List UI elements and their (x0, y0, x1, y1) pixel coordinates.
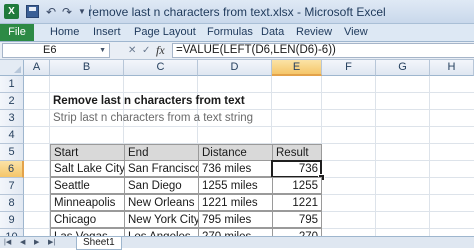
tab-home[interactable]: Home (50, 24, 79, 41)
column-header-c[interactable]: C (124, 60, 198, 76)
name-box-value: E6 (43, 44, 57, 56)
window-title: remove last n characters from text.xlsx … (88, 5, 386, 19)
worksheet-grid[interactable]: A B C D E F G H 1 2 3 4 5 6 7 8 9 10 Rem… (0, 60, 474, 236)
ribbon-tab-bar: File Home Insert Page Layout Formulas Da… (0, 24, 474, 42)
table-cell-result[interactable]: 1255 (272, 177, 322, 194)
tab-page-layout[interactable]: Page Layout (134, 24, 196, 41)
name-box[interactable]: E6 ▼ (2, 43, 110, 58)
table-cell-distance[interactable]: 795 miles (198, 211, 273, 228)
column-header-e[interactable]: E (272, 60, 322, 76)
table-cell-start[interactable]: Las Vegas (50, 228, 125, 236)
table-cell-end[interactable]: Los Angeles (124, 228, 199, 236)
tab-data[interactable]: Data (261, 24, 284, 41)
table-header-result[interactable]: Result (272, 144, 322, 161)
table-cell-result[interactable]: 1221 (272, 194, 322, 211)
first-sheet-icon[interactable]: |◀ (4, 237, 11, 248)
select-all-button[interactable] (0, 60, 24, 76)
row-header-4[interactable]: 4 (0, 127, 24, 144)
last-sheet-icon[interactable]: ▶| (48, 237, 55, 248)
cell-area[interactable]: Remove last n characters from text Strip… (24, 76, 474, 236)
table-cell-end[interactable]: New Orleans (124, 194, 199, 211)
tab-review[interactable]: Review (296, 24, 332, 41)
column-header-h[interactable]: H (430, 60, 474, 76)
column-header-d[interactable]: D (198, 60, 272, 76)
table-cell-end[interactable]: San Francisco (124, 160, 199, 177)
table-header-end[interactable]: End (124, 144, 199, 161)
active-cell-result[interactable]: 736 (271, 160, 322, 178)
table-header-start[interactable]: Start (50, 144, 125, 161)
sheet-tab-sheet1[interactable]: Sheet1 (76, 237, 122, 250)
row-header-5[interactable]: 5 (0, 144, 24, 161)
previous-sheet-icon[interactable]: ◀ (20, 237, 25, 248)
tab-insert[interactable]: Insert (93, 24, 121, 41)
row-header-8[interactable]: 8 (0, 195, 24, 212)
row-header-2[interactable]: 2 (0, 93, 24, 110)
table-cell-result[interactable]: 270 (272, 228, 322, 236)
gridline (375, 76, 376, 236)
gridline (429, 76, 430, 236)
tab-file[interactable]: File (0, 24, 34, 41)
table-cell-distance[interactable]: 270 miles (198, 228, 273, 236)
column-header-a[interactable]: A (24, 60, 50, 76)
cancel-icon[interactable]: ✕ (128, 43, 136, 58)
insert-function-icon[interactable]: fx (156, 43, 165, 58)
enter-icon[interactable]: ✓ (142, 43, 150, 58)
column-header-b[interactable]: B (50, 60, 124, 76)
sheet-tab-bar: |◀ ◀ ▶ ▶| Sheet1 (0, 236, 474, 250)
row-header-7[interactable]: 7 (0, 178, 24, 195)
column-header-g[interactable]: G (376, 60, 430, 76)
row-header-1[interactable]: 1 (0, 76, 24, 93)
tab-formulas[interactable]: Formulas (207, 24, 253, 41)
table-cell-start[interactable]: Chicago (50, 211, 125, 228)
table-cell-end[interactable]: New York City (124, 211, 199, 228)
sheet-heading[interactable]: Remove last n characters from text (50, 93, 245, 110)
column-header-f[interactable]: F (322, 60, 376, 76)
formula-bar: E6 ▼ ✕ ✓ fx =VALUE(LEFT(D6,LEN(D6)-6)) (0, 42, 474, 60)
tab-view[interactable]: View (344, 24, 368, 41)
table-cell-start[interactable]: Salt Lake City (50, 160, 125, 177)
table-cell-distance[interactable]: 1255 miles (198, 177, 273, 194)
sheet-subtitle[interactable]: Strip last n characters from a text stri… (50, 110, 253, 127)
table-cell-result[interactable]: 795 (272, 211, 322, 228)
table-cell-start[interactable]: Seattle (50, 177, 125, 194)
table-cell-distance[interactable]: 736 miles (198, 160, 273, 177)
row-header-9[interactable]: 9 (0, 212, 24, 229)
table-header-distance[interactable]: Distance (198, 144, 273, 161)
table-cell-start[interactable]: Minneapolis (50, 194, 125, 211)
table-cell-end[interactable]: San Diego (124, 177, 199, 194)
row-header-6[interactable]: 6 (0, 161, 24, 178)
chevron-down-icon[interactable]: ▼ (99, 44, 106, 57)
row-header-10[interactable]: 10 (0, 229, 24, 236)
title-bar: X ↶ ↷ ▼ remove last n characters from te… (0, 0, 474, 24)
next-sheet-icon[interactable]: ▶ (34, 237, 39, 248)
formula-input[interactable]: =VALUE(LEFT(D6,LEN(D6)-6)) (172, 43, 474, 58)
row-header-3[interactable]: 3 (0, 110, 24, 127)
table-cell-distance[interactable]: 1221 miles (198, 194, 273, 211)
